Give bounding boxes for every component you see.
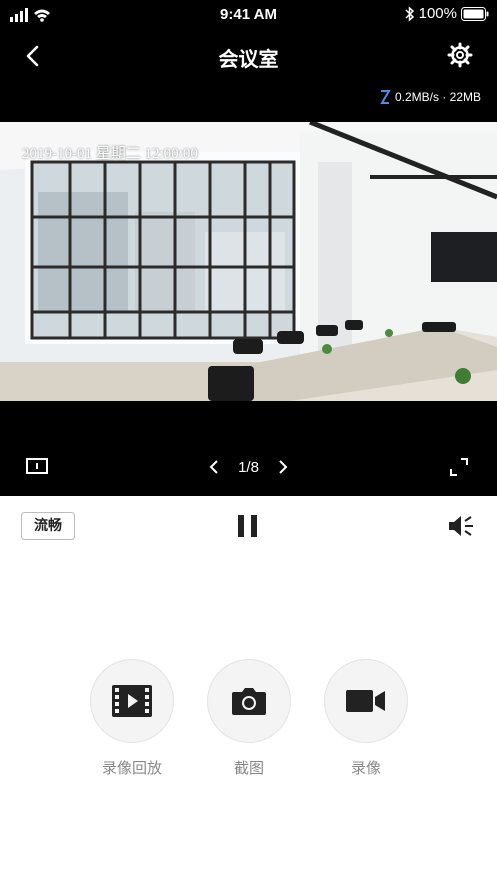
playback-toolbar: 流畅 xyxy=(0,496,497,556)
playback-record-button[interactable] xyxy=(90,659,174,743)
status-bar: 9:41 AM 100% xyxy=(0,0,497,30)
chevron-right-icon[interactable] xyxy=(273,458,291,476)
camera-icon xyxy=(232,688,266,715)
bluetooth-icon xyxy=(405,5,414,22)
status-right: 100% xyxy=(405,5,489,22)
stream-speed-text: 0.2MB/s · 22MB xyxy=(394,90,481,104)
stream-speed: 0.2MB/s · 22MB xyxy=(379,90,481,104)
fullscreen-icon[interactable] xyxy=(449,457,469,477)
stream-speed-icon xyxy=(380,90,391,104)
film-icon xyxy=(112,685,152,717)
channel-pager: 1/8 xyxy=(0,458,497,476)
playback-record-action[interactable]: 录像回放 xyxy=(90,659,174,778)
speaker-icon[interactable] xyxy=(447,514,475,538)
record-label: 录像 xyxy=(350,759,381,777)
video-camera-icon xyxy=(346,690,385,712)
battery-percent: 100% xyxy=(418,5,457,22)
record-action[interactable]: 录像 xyxy=(324,659,408,778)
page-title: 会议室 xyxy=(218,47,279,71)
channel-index: 1/8 xyxy=(238,458,259,476)
quality-button[interactable]: 流畅 xyxy=(21,512,75,540)
playback-record-label: 录像回放 xyxy=(101,759,162,777)
chevron-left-icon[interactable] xyxy=(206,458,224,476)
battery-icon xyxy=(461,6,489,21)
video-view[interactable]: 2019-10-01 星期二 12:00:00 xyxy=(0,122,497,401)
video-frame xyxy=(0,122,497,401)
screenshot-label: 截图 xyxy=(233,759,264,777)
screenshot-action[interactable]: 截图 xyxy=(207,659,291,778)
gear-icon[interactable] xyxy=(447,42,473,68)
player-controls: 1/8 xyxy=(0,401,497,496)
video-timestamp: 2019-10-01 星期二 12:00:00 xyxy=(22,146,198,162)
record-button[interactable] xyxy=(324,659,408,743)
screenshot-button[interactable] xyxy=(207,659,291,743)
pause-icon[interactable] xyxy=(238,515,258,537)
top-bar: 9:41 AM 100% 会议室 0.2MB/s · 22MB xyxy=(0,0,497,122)
action-buttons: 录像回放 截图 录像 xyxy=(90,659,410,778)
